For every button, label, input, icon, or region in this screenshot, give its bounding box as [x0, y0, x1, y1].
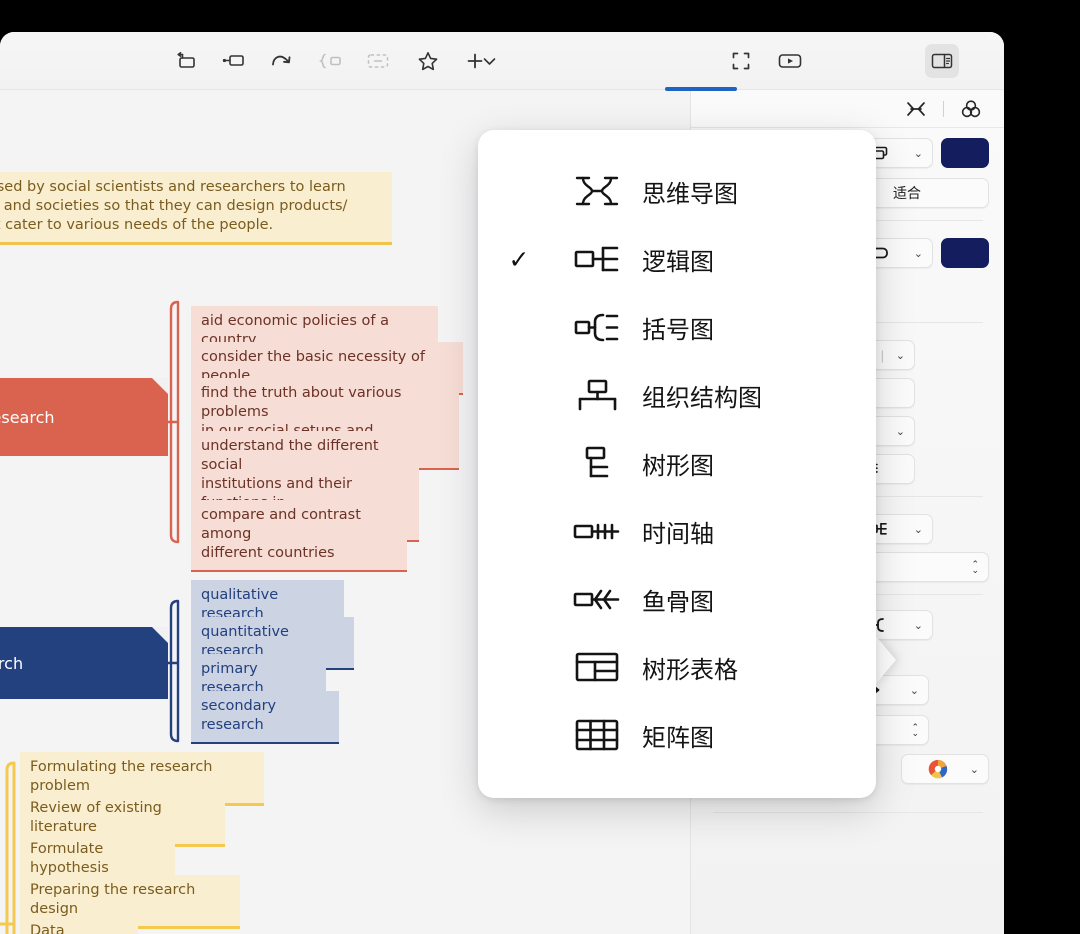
chevron-down-icon: ⌄: [913, 247, 923, 260]
insert-boundary-button[interactable]: [313, 44, 347, 78]
menu-label: 鱼骨图: [642, 587, 714, 616]
insert-sibling-topic-button[interactable]: [169, 44, 203, 78]
chevron-down-icon: ⌄: [969, 763, 979, 776]
summary-note[interactable]: thod used by social scientists and resea…: [0, 172, 392, 246]
root-node-science-research-blue[interactable]: nce research: [0, 627, 168, 699]
menu-item-mind-map[interactable]: 思维导图: [478, 157, 876, 225]
menu-item-tree-chart[interactable]: 树形图: [478, 429, 876, 497]
subtopic-icon: [222, 55, 244, 66]
menu-label: 组织结构图: [642, 383, 762, 412]
menu-item-matrix[interactable]: 矩阵图: [478, 701, 876, 769]
root-label-red: science research: [0, 407, 55, 427]
tab-structure[interactable]: [903, 97, 929, 121]
undo-button[interactable]: [265, 44, 299, 78]
structure-icon: [907, 101, 925, 116]
matrix-icon: [566, 718, 628, 752]
border-color-swatch[interactable]: [941, 238, 989, 268]
right-panel-icon: [931, 53, 953, 69]
tree-chart-icon: [566, 446, 628, 480]
chevron-down-icon: ⌄: [895, 425, 905, 438]
app-window: thod used by social scientists and resea…: [0, 32, 1004, 934]
bracket-chart-icon: [566, 310, 628, 344]
menu-label: 矩阵图: [642, 723, 714, 752]
menu-item-org-chart[interactable]: 组织结构图: [478, 361, 876, 429]
root-node-science-research[interactable]: science research: [0, 378, 168, 456]
menu-label: 树形表格: [642, 655, 738, 684]
chevron-down-icon: ⌄: [909, 684, 919, 697]
fill-color-swatch[interactable]: [941, 138, 989, 168]
toggle-inspector-button[interactable]: [925, 44, 959, 78]
tab-divider: [943, 100, 944, 117]
menu-label: 思维导图: [642, 179, 738, 208]
fit-button-label: 适合: [893, 186, 921, 202]
menu-item-logic-chart[interactable]: ✓ 逻辑图: [478, 225, 876, 293]
mind-map-icon: [566, 174, 628, 208]
logic-chart-icon: [566, 242, 628, 276]
presentation-button[interactable]: [773, 44, 807, 78]
checkmark-icon: ✓: [508, 244, 530, 274]
menu-item-tree-table[interactable]: 树形表格: [478, 633, 876, 701]
toolbar: [0, 32, 1004, 90]
chevron-down-icon: ⌄: [913, 523, 923, 536]
timeline-icon: [566, 514, 628, 548]
stepper-arrows-icon: ⌃⌄: [911, 722, 919, 738]
undo-arrow-icon: [272, 55, 291, 66]
star-icon: [418, 51, 438, 70]
org-chart-icon: [566, 378, 628, 412]
tab-theme[interactable]: [958, 97, 984, 121]
menu-label: 逻辑图: [642, 247, 714, 276]
insert-summary-button[interactable]: [361, 44, 395, 78]
chevron-down-icon: ⌄: [895, 349, 905, 362]
child-node-yellow-5[interactable]: Data collection: [20, 916, 138, 934]
menu-item-fishbone[interactable]: 鱼骨图: [478, 565, 876, 633]
color-rings-icon: [961, 99, 981, 117]
fishbone-icon: [566, 582, 628, 616]
child-node-red-5[interactable]: compare and contrast among different cou…: [191, 500, 407, 573]
menu-item-bracket-chart[interactable]: 括号图: [478, 293, 876, 361]
child-node-blue-4[interactable]: secondary research: [191, 691, 339, 745]
menu-label: 树形图: [642, 451, 714, 480]
chevron-down-icon: ⌄: [913, 147, 923, 160]
active-tab-indicator: [665, 87, 737, 91]
menu-label: 括号图: [642, 315, 714, 344]
boundary-icon: [318, 53, 341, 69]
stepper-arrows-icon: ⌃⌄: [971, 559, 979, 575]
sibling-topic-icon: [177, 52, 195, 68]
rainbow-palette-select[interactable]: ⌄: [901, 754, 989, 784]
favorite-button[interactable]: [411, 44, 445, 78]
diagram-type-menu[interactable]: 思维导图 ✓ 逻辑图 括号图 组织结构图 树形图 时间轴 鱼骨图 树形表格 矩阵…: [478, 130, 876, 798]
chevron-down-icon: ⌄: [913, 619, 923, 632]
fit-screen-icon: [732, 52, 750, 70]
menu-item-timeline[interactable]: 时间轴: [478, 497, 876, 565]
menu-pointer-arrow: [874, 634, 896, 686]
play-screen-icon: [778, 54, 802, 68]
tree-table-icon: [566, 650, 628, 684]
root-label-blue: nce research: [0, 653, 24, 673]
inspector-tabs: [665, 87, 1004, 128]
chevron-down-icon: [483, 57, 495, 65]
fit-to-screen-button[interactable]: [724, 44, 758, 78]
menu-label: 时间轴: [642, 519, 714, 548]
insert-subtopic-button[interactable]: [217, 44, 251, 78]
color-wheel-icon: [928, 759, 948, 779]
summary-icon: [367, 54, 389, 68]
add-more-caret[interactable]: [479, 44, 499, 78]
